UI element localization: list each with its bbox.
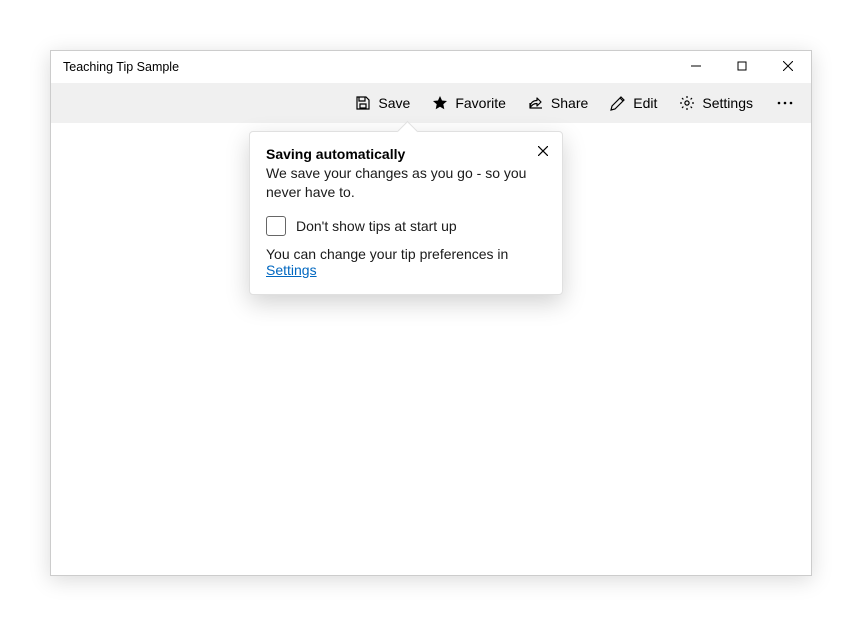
teaching-tip: Saving automatically We save your change… — [249, 131, 563, 295]
save-button[interactable]: Save — [345, 89, 420, 117]
share-label: Share — [551, 95, 588, 111]
more-icon — [777, 95, 793, 111]
close-icon — [538, 146, 548, 156]
close-button[interactable] — [765, 51, 811, 81]
teaching-tip-title: Saving automatically — [266, 146, 546, 162]
more-button[interactable] — [765, 89, 805, 117]
edit-label: Edit — [633, 95, 657, 111]
dont-show-tips-label: Don't show tips at start up — [296, 218, 457, 234]
star-icon — [432, 95, 448, 111]
minimize-icon — [691, 61, 701, 71]
app-window: Teaching Tip Sample Save Favorite Share — [50, 50, 812, 576]
favorite-button[interactable]: Favorite — [422, 89, 516, 117]
command-bar: Save Favorite Share Edit Settings — [51, 83, 811, 123]
teaching-tip-close-button[interactable] — [531, 139, 555, 163]
titlebar-controls — [673, 51, 811, 81]
teaching-tip-subtitle: We save your changes as you go - so you … — [266, 164, 546, 202]
titlebar: Teaching Tip Sample — [51, 51, 811, 83]
teaching-tip-footer: You can change your tip preferences in S… — [266, 246, 546, 278]
settings-label: Settings — [702, 95, 753, 111]
settings-button[interactable]: Settings — [669, 89, 763, 117]
close-icon — [783, 61, 793, 71]
teaching-tip-checkbox-row: Don't show tips at start up — [266, 216, 546, 236]
favorite-label: Favorite — [455, 95, 506, 111]
edit-button[interactable]: Edit — [600, 89, 667, 117]
share-button[interactable]: Share — [518, 89, 598, 117]
teaching-tip-footer-text: You can change your tip preferences in — [266, 246, 508, 262]
share-icon — [528, 95, 544, 111]
save-icon — [355, 95, 371, 111]
save-label: Save — [378, 95, 410, 111]
maximize-button[interactable] — [719, 51, 765, 81]
window-title: Teaching Tip Sample — [63, 60, 179, 74]
minimize-button[interactable] — [673, 51, 719, 81]
dont-show-tips-checkbox[interactable] — [266, 216, 286, 236]
teaching-tip-settings-link[interactable]: Settings — [266, 262, 317, 278]
edit-icon — [610, 95, 626, 111]
gear-icon — [679, 95, 695, 111]
maximize-icon — [737, 61, 747, 71]
